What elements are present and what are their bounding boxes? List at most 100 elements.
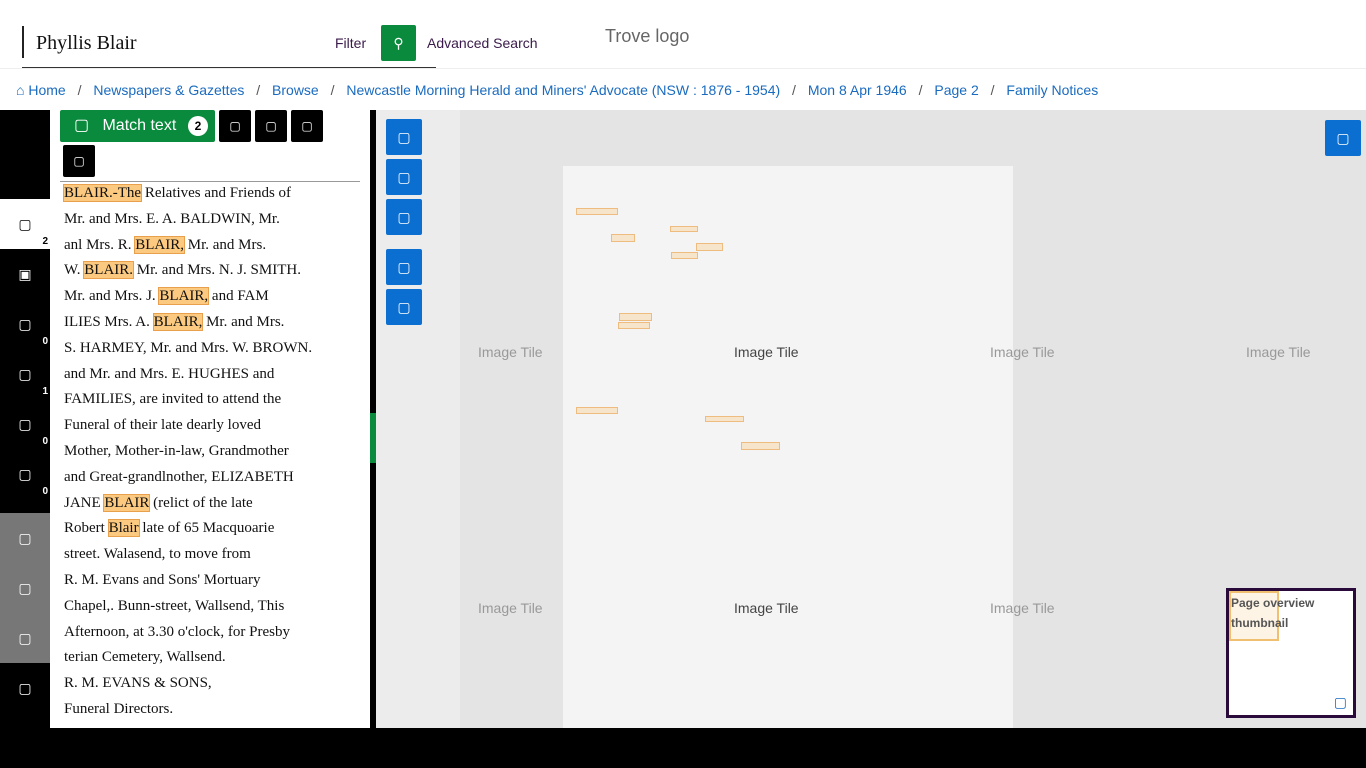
breadcrumb-issue[interactable]: Mon 8 Apr 1946 bbox=[808, 82, 907, 98]
rail-download-button[interactable]: ▢ bbox=[0, 563, 50, 613]
ocr-text-segment: anl Mrs. R. bbox=[64, 236, 136, 253]
rail-cite-button[interactable]: ▢ bbox=[0, 513, 50, 563]
breadcrumb: ⌂ Home / Newspapers & Gazettes / Browse … bbox=[0, 68, 1366, 110]
zoom-in-button[interactable]: ▢ bbox=[386, 119, 422, 155]
zoom-in-icon: ▢ bbox=[229, 119, 241, 133]
bottom-bar bbox=[0, 728, 1366, 768]
home-icon: ⌂ bbox=[16, 82, 25, 98]
page-viewer[interactable]: Image Tile Image Tile Image Tile Image T… bbox=[376, 110, 1366, 728]
ocr-text-segment: ILIES Mrs. A. bbox=[64, 313, 154, 330]
rotate-right-button[interactable]: ▢ bbox=[386, 289, 422, 325]
ocr-text-segment: Afternoon, at 3.30 o'clock, for Presby bbox=[64, 623, 290, 640]
breadcrumb-newspapers[interactable]: Newspapers & Gazettes bbox=[93, 82, 244, 98]
ocr-text-segment: late of 65 Macquoarie bbox=[138, 520, 275, 537]
ocr-line: R. M. EVANS & SONS, bbox=[64, 671, 364, 697]
fullscreen-button[interactable]: ▢ bbox=[1325, 120, 1361, 156]
ocr-text-segment: Funeral Directors. bbox=[64, 700, 174, 717]
match-highlight bbox=[705, 416, 744, 422]
rail-share-button[interactable]: ▢ bbox=[0, 613, 50, 663]
ocr-text-segment: W. bbox=[64, 262, 85, 279]
home-icon: ▢ bbox=[397, 209, 411, 225]
ocr-line: JANE BLAIR (relict of the late bbox=[64, 491, 364, 517]
breadcrumb-separator: / bbox=[918, 82, 923, 98]
rail-help-button[interactable]: ▢ bbox=[0, 663, 50, 713]
zoom-in-icon: ▢ bbox=[397, 129, 411, 145]
rotate-left-button[interactable]: ▢ bbox=[386, 249, 422, 285]
help-icon: ▢ bbox=[18, 680, 32, 696]
breadcrumb-separator: / bbox=[330, 82, 335, 98]
ocr-line: terian Cemetery, Wallsend. bbox=[64, 645, 364, 671]
breadcrumb-browse[interactable]: Browse bbox=[272, 82, 319, 98]
article-text-panel: ▢ Match text 2 ▢ ▢ ▢ ▢ BLAIR.-The Relati… bbox=[50, 110, 370, 728]
ocr-line: W. BLAIR. Mr. and Mrs. N. J. SMITH. bbox=[64, 258, 364, 284]
rail-list-button[interactable]: ▢ 0 bbox=[0, 399, 50, 449]
breadcrumb-title[interactable]: Newcastle Morning Herald and Miners' Adv… bbox=[346, 82, 780, 98]
ocr-text-segment: and FAM bbox=[208, 288, 269, 305]
comment-icon: ▢ bbox=[18, 366, 32, 382]
ocr-line: Funeral of their late dearly loved bbox=[64, 413, 364, 439]
breadcrumb-page[interactable]: Page 2 bbox=[934, 82, 978, 98]
zoom-out-button[interactable]: ▢ bbox=[386, 159, 422, 195]
zoom-out-text-button[interactable]: ▢ bbox=[255, 110, 287, 142]
ocr-line: ILIES Mrs. A. BLAIR, Mr. and Mrs. bbox=[64, 310, 364, 336]
font-icon: ▢ bbox=[301, 119, 313, 133]
newspaper-page bbox=[563, 166, 1013, 728]
breadcrumb-home[interactable]: ⌂ Home bbox=[16, 82, 66, 98]
match-highlight bbox=[618, 322, 650, 329]
text-cursor bbox=[22, 26, 24, 58]
rail-tag-button[interactable]: ▢ 0 bbox=[0, 299, 50, 349]
ocr-text-segment: Mr. and Mrs. N. J. SMITH. bbox=[133, 262, 301, 279]
ocr-text-segment: terian Cemetery, Wallsend. bbox=[64, 649, 226, 666]
image-tile: Image Tile bbox=[734, 600, 799, 616]
fullscreen-icon: ▢ bbox=[1336, 130, 1350, 146]
ocr-line: Mr. and Mrs. J. BLAIR, and FAM bbox=[64, 284, 364, 310]
print-text-button[interactable]: ▢ bbox=[63, 145, 95, 177]
ocr-text-segment: FAMILIES, are invited to attend the bbox=[64, 391, 282, 408]
match-highlight bbox=[576, 208, 618, 215]
search-button[interactable]: ⚲ bbox=[381, 25, 416, 61]
match-highlight bbox=[576, 407, 618, 414]
rail-image-button[interactable]: ▣ bbox=[0, 249, 50, 299]
ocr-text-segment: and Mr. and Mrs. E. HUGHES and bbox=[64, 365, 275, 382]
ocr-text-segment: Mr. and Mrs. J. bbox=[64, 288, 160, 305]
ocr-text-segment: Robert bbox=[64, 520, 109, 537]
search-box[interactable]: Phyllis Blair bbox=[22, 22, 436, 68]
advanced-search-link[interactable]: Advanced Search bbox=[427, 35, 538, 51]
breadcrumb-separator: / bbox=[792, 82, 796, 98]
rail-comment-button[interactable]: ▢ 1 bbox=[0, 349, 50, 399]
image-icon: ▣ bbox=[18, 266, 32, 282]
ocr-line: BLAIR.-The Relatives and Friends of bbox=[62, 181, 364, 207]
cite-icon: ▢ bbox=[18, 530, 32, 546]
search-term-highlight: BLAIR, bbox=[158, 287, 210, 306]
ocr-line: Afternoon, at 3.30 o'clock, for Presby bbox=[64, 620, 364, 646]
rail-article-button[interactable]: ▢ 2 bbox=[0, 199, 50, 249]
ocr-line: Mother, Mother-in-law, Grandmother bbox=[64, 439, 364, 465]
font-toggle-button[interactable]: ▢ bbox=[291, 110, 323, 142]
search-input[interactable]: Phyllis Blair bbox=[36, 32, 137, 55]
ocr-text-segment: Mr. and Mrs. E. A. BALDWIN, Mr. bbox=[64, 210, 280, 227]
filter-button[interactable]: Filter bbox=[335, 35, 366, 51]
rail-correction-button[interactable]: ▢ 0 bbox=[0, 449, 50, 499]
search-term-highlight: BLAIR bbox=[103, 493, 151, 512]
zoom-in-text-button[interactable]: ▢ bbox=[219, 110, 251, 142]
match-highlight bbox=[611, 234, 635, 242]
match-highlight bbox=[741, 442, 780, 450]
match-text-button[interactable]: ▢ Match text 2 bbox=[60, 110, 215, 142]
list-icon: ▢ bbox=[18, 416, 32, 432]
tag-icon: ▢ bbox=[18, 316, 32, 332]
expand-icon[interactable]: ▢ bbox=[1334, 694, 1347, 711]
ocr-text-segment: street. Walasend, to move from bbox=[64, 546, 251, 563]
ocr-text-segment: and Great-grandlnother, ELIZABETH bbox=[64, 468, 294, 485]
ocr-line: Chapel,. Bunn-street, Wallsend, This bbox=[64, 594, 364, 620]
ocr-text-segment: JANE bbox=[64, 494, 105, 511]
ocr-text-segment: Mother, Mother-in-law, Grandmother bbox=[64, 442, 289, 459]
breadcrumb-category[interactable]: Family Notices bbox=[1006, 82, 1098, 98]
page-overview[interactable]: Page overview thumbnail ▢ bbox=[1226, 588, 1356, 718]
home-view-button[interactable]: ▢ bbox=[386, 199, 422, 235]
match-highlight bbox=[696, 243, 723, 251]
trove-logo[interactable]: Trove logo bbox=[605, 26, 689, 47]
search-term-highlight: Blair bbox=[107, 519, 140, 538]
ocr-line: R. M. Evans and Sons' Mortuary bbox=[64, 568, 364, 594]
search-icon: ⚲ bbox=[393, 35, 404, 51]
ocr-line: anl Mrs. R. BLAIR, Mr. and Mrs. bbox=[64, 233, 364, 259]
